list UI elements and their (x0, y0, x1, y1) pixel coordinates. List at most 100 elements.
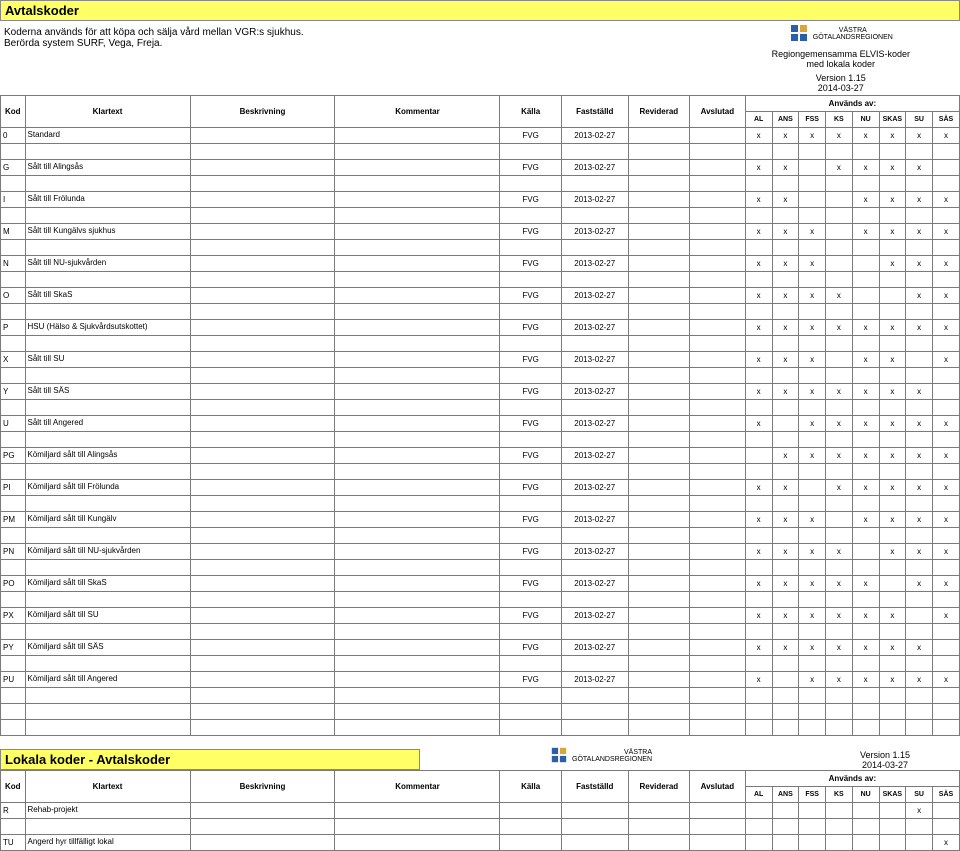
cell-faststalld: 2013-02-27 (561, 544, 628, 560)
cell-kommentar (335, 384, 500, 400)
blank-cell (500, 464, 561, 480)
blank-cell (500, 400, 561, 416)
th-chk-nu: NU (852, 787, 879, 803)
blank-cell (1, 496, 26, 512)
cell-chk-säs (933, 803, 960, 819)
table-row: TUAngerd hyr tillfälligt lokalx (1, 835, 960, 851)
blank-cell (500, 819, 561, 835)
blank-cell (190, 432, 335, 448)
cell-kod: PG (1, 448, 26, 464)
table-row: PXKömiljard sålt till SUFVG2013-02-27xxx… (1, 608, 960, 624)
cell-reviderad (628, 288, 689, 304)
cell-chk-ks: x (826, 320, 853, 336)
cell-kod: PM (1, 512, 26, 528)
cell-avslutad (690, 256, 746, 272)
cell-kommentar (335, 512, 500, 528)
th2-avslutad: Avslutad (690, 771, 746, 803)
cell-chk-nu: x (852, 128, 879, 144)
blank-cell (335, 432, 500, 448)
cell-chk-su: x (906, 640, 933, 656)
cell-chk-nu: x (852, 384, 879, 400)
cell-kod: PN (1, 544, 26, 560)
blank-cell (879, 592, 906, 608)
blank-cell (690, 688, 746, 704)
cell-kod: X (1, 352, 26, 368)
cell-chk-ks: x (826, 160, 853, 176)
cell-chk-ks: x (826, 384, 853, 400)
cell-reviderad (628, 320, 689, 336)
blank-cell (500, 304, 561, 320)
blank-cell (690, 176, 746, 192)
cell-reviderad (628, 192, 689, 208)
cell-chk-skas: x (879, 256, 906, 272)
blank-cell (25, 819, 190, 835)
cell-chk-nu: x (852, 160, 879, 176)
cell-chk-al: x (745, 544, 772, 560)
table-row (1, 819, 960, 835)
blank-cell (1, 688, 26, 704)
blank-cell (335, 400, 500, 416)
blank-cell (852, 592, 879, 608)
date-text: 2014-03-27 (772, 83, 910, 93)
cell-klartext: Kömiljard sålt till Angered (25, 672, 190, 688)
cell-chk-al: x (745, 640, 772, 656)
blank-cell (500, 496, 561, 512)
cell-chk-fss (799, 160, 826, 176)
cell-chk-skas: x (879, 192, 906, 208)
blank-cell (826, 144, 853, 160)
table-row (1, 208, 960, 224)
blank-cell (25, 272, 190, 288)
blank-cell (745, 720, 772, 736)
cell-kommentar (335, 803, 500, 819)
cell-chk-su (906, 608, 933, 624)
blank-cell (745, 400, 772, 416)
cell-reviderad (628, 544, 689, 560)
blank-cell (500, 528, 561, 544)
blank-cell (1, 704, 26, 720)
cell-beskrivning (190, 608, 335, 624)
blank-cell (190, 144, 335, 160)
blank-cell (561, 240, 628, 256)
cell-chk-ks: x (826, 576, 853, 592)
cell-chk-ans: x (772, 512, 799, 528)
cell-avslutad (690, 803, 746, 819)
cell-chk-su: x (906, 192, 933, 208)
cell-avslutad (690, 544, 746, 560)
cell-reviderad (628, 672, 689, 688)
blank-cell (745, 704, 772, 720)
cell-beskrivning (190, 672, 335, 688)
table-row: MSålt till Kungälvs sjukhusFVG2013-02-27… (1, 224, 960, 240)
th-chk-skas: SKAS (879, 112, 906, 128)
blank-cell (933, 496, 960, 512)
blank-cell (190, 688, 335, 704)
blank-cell (25, 464, 190, 480)
cell-beskrivning (190, 224, 335, 240)
blank-cell (879, 272, 906, 288)
blank-cell (933, 704, 960, 720)
cell-chk-säs: x (933, 352, 960, 368)
blank-cell (335, 819, 500, 835)
blank-cell (1, 819, 26, 835)
th2-faststalld: Fastställd (561, 771, 628, 803)
cell-chk-skas (879, 576, 906, 592)
cell-chk-säs: x (933, 512, 960, 528)
header-description: Koderna används för att köpa och sälja v… (0, 23, 308, 53)
blank-cell (933, 240, 960, 256)
cell-chk-su: x (906, 576, 933, 592)
table-row (1, 592, 960, 608)
blank-cell (772, 592, 799, 608)
blank-cell (628, 528, 689, 544)
cell-chk-säs (933, 384, 960, 400)
cell-beskrivning (190, 512, 335, 528)
blank-cell (826, 272, 853, 288)
cell-chk-ans (772, 803, 799, 819)
cell-klartext: Kömiljard sålt till SU (25, 608, 190, 624)
cell-chk-ans: x (772, 448, 799, 464)
cell-kod: Y (1, 384, 26, 400)
table-row (1, 656, 960, 672)
cell-chk-fss (799, 192, 826, 208)
blank-cell (906, 560, 933, 576)
blank-cell (1, 560, 26, 576)
blank-cell (628, 560, 689, 576)
th-kod: Kod (1, 96, 26, 128)
